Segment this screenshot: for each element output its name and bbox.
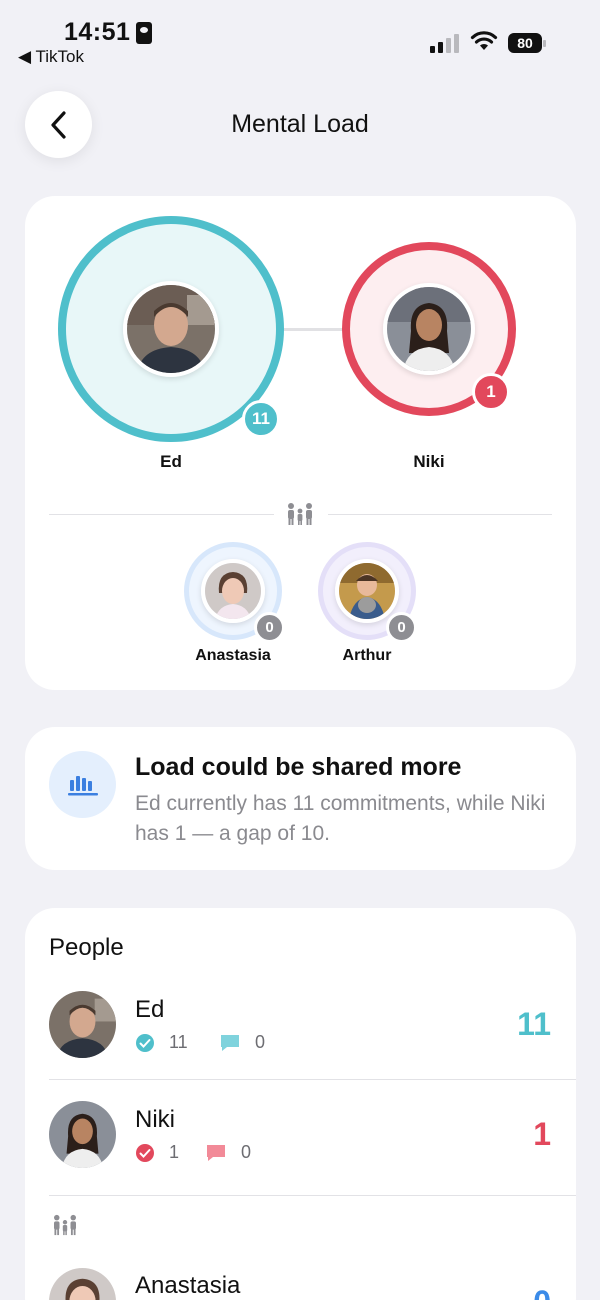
checkmark-circle-icon [136, 1033, 154, 1052]
status-bar: 14:51 ◀ TikTok 80 [0, 0, 600, 72]
family-icon [54, 1214, 76, 1236]
niki-avatar[interactable] [383, 283, 475, 375]
niki-row-name: Niki [135, 1106, 175, 1133]
id-card-icon [136, 22, 152, 44]
members-card: 11 Ed 1 Niki 0 Anastasia 0 Arthur [25, 196, 576, 690]
comment-icon [221, 1034, 239, 1051]
children-divider-right [328, 514, 552, 515]
niki-count-badge: 1 [472, 373, 510, 411]
children-divider-left [49, 514, 274, 515]
ed-row-name: Ed [135, 996, 165, 1023]
anastasia-row-total: 0 [533, 1284, 551, 1300]
niki-comment-count: 0 [241, 1142, 252, 1162]
ed-count-badge: 11 [242, 400, 280, 438]
insight-icon-wrap [49, 751, 116, 818]
person-row-ed[interactable]: Ed 11 0 11 [25, 970, 576, 1080]
status-time: 14:51 [64, 18, 131, 46]
insight-title: Load could be shared more [135, 753, 462, 781]
people-card: People Ed 11 0 11 Niki 1 0 1 Anastasia [25, 908, 576, 1300]
person-row-niki[interactable]: Niki 1 0 1 [25, 1080, 576, 1190]
insight-body: Ed currently has 11 commitments, while N… [135, 792, 546, 845]
anastasia-avatar[interactable] [201, 559, 265, 623]
anastasia-count-badge: 0 [254, 612, 285, 643]
ed-row-total: 11 [517, 1006, 551, 1042]
ed-comment-count: 0 [255, 1032, 266, 1052]
arthur-avatar[interactable] [335, 559, 399, 623]
anastasia-row-avatar [49, 1268, 116, 1300]
arthur-name: Arthur [342, 647, 392, 664]
back-to-app-link[interactable]: ◀ TikTok [18, 47, 84, 67]
bar-chart-icon [67, 775, 98, 795]
wifi-icon [470, 31, 498, 50]
checkmark-circle-icon [136, 1143, 154, 1162]
ed-name: Ed [160, 452, 182, 471]
ed-done-count: 11 [169, 1032, 188, 1052]
ed-avatar[interactable] [123, 281, 219, 377]
ed-row-meta: 11 0 [135, 1032, 265, 1053]
niki-row-total: 1 [533, 1116, 551, 1152]
arthur-count-badge: 0 [386, 612, 417, 643]
person-row-anastasia[interactable]: Anastasia 0 [25, 1248, 576, 1300]
battery-indicator: 80 [508, 33, 546, 53]
comment-icon [207, 1144, 225, 1161]
people-heading: People [49, 934, 124, 961]
anastasia-name: Anastasia [195, 647, 271, 664]
cellular-signal-icon [430, 34, 459, 53]
niki-row-meta: 1 0 [135, 1142, 251, 1163]
niki-done-count: 1 [169, 1142, 180, 1162]
row-divider [49, 1195, 576, 1196]
anastasia-row-name: Anastasia [135, 1272, 241, 1299]
ed-row-avatar [49, 991, 116, 1058]
niki-name: Niki [413, 452, 445, 471]
page-title: Mental Load [231, 110, 369, 138]
niki-row-avatar [49, 1101, 116, 1168]
insight-card[interactable]: Load could be shared more Ed currently h… [25, 727, 576, 870]
family-icon [288, 503, 312, 525]
